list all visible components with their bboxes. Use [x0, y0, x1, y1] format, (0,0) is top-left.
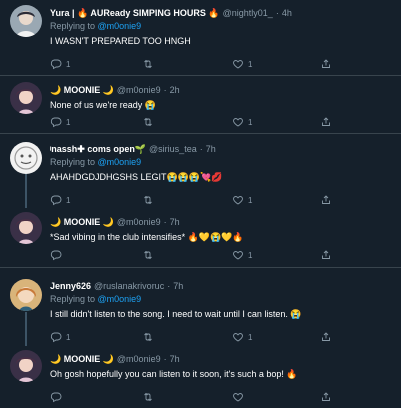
- retweet-button[interactable]: [142, 391, 158, 403]
- display-name[interactable]: Jenny626: [50, 280, 91, 292]
- like-button[interactable]: 1: [232, 116, 252, 128]
- display-name[interactable]: ᵎnassh✚ coms open🌱: [50, 143, 146, 155]
- retweet-button[interactable]: [142, 58, 158, 70]
- thread-line: [25, 174, 27, 208]
- replying-to-label: Replying to: [50, 157, 98, 167]
- reply-count: 1: [66, 59, 71, 69]
- mention-link[interactable]: @m0onie9: [98, 157, 142, 167]
- separator-dot: ·: [199, 144, 203, 154]
- timestamp[interactable]: 2h: [170, 84, 180, 96]
- heart-icon: [232, 58, 244, 70]
- handle[interactable]: @sirius_tea: [149, 143, 197, 155]
- like-count: 1: [248, 332, 253, 342]
- share-icon: [320, 58, 332, 70]
- handle[interactable]: @m0onie9: [117, 84, 161, 96]
- replying-to: Replying to @m0onie9: [50, 20, 393, 32]
- tweet-2[interactable]: ᵎnassh✚ coms open🌱 @sirius_tea · 7h Repl…: [0, 134, 401, 208]
- display-name[interactable]: 🌙 MOONIE 🌙: [50, 353, 114, 365]
- timestamp[interactable]: 7h: [173, 280, 183, 292]
- separator-dot: ·: [163, 217, 167, 227]
- tweet-0[interactable]: Yura | 🔥 AUReady SIMPING HOURS 🔥 @nightl…: [0, 0, 401, 76]
- share-button[interactable]: [320, 391, 332, 403]
- handle[interactable]: @m0onie9: [117, 353, 161, 365]
- reply-icon: [50, 391, 62, 403]
- share-button[interactable]: [320, 249, 332, 261]
- separator-dot: ·: [163, 85, 167, 95]
- timestamp[interactable]: 7h: [206, 143, 216, 155]
- thread-line: [25, 312, 27, 346]
- replying-to-label: Replying to: [50, 21, 98, 31]
- reply-count: 1: [66, 117, 71, 127]
- tweet-text: I still didn't listen to the song. I nee…: [50, 309, 302, 319]
- tweet-text: I WASN'T PREPARED TOO HNGH: [50, 36, 191, 46]
- separator-dot: ·: [275, 8, 279, 18]
- retweet-icon: [142, 249, 154, 261]
- display-name[interactable]: Yura | 🔥 AUReady SIMPING HOURS 🔥: [50, 7, 220, 19]
- reply-button[interactable]: [50, 249, 66, 261]
- tweet-1[interactable]: 🌙 MOONIE 🌙 @m0onie9 · 2h None of us we'r…: [0, 76, 401, 134]
- retweet-button[interactable]: [142, 116, 158, 128]
- avatar[interactable]: [10, 279, 42, 311]
- avatar[interactable]: [10, 5, 42, 37]
- replying-to: Replying to @m0onie9: [50, 156, 393, 168]
- like-count: 1: [248, 117, 253, 127]
- avatar[interactable]: [10, 212, 42, 244]
- tweet-text: Oh gosh hopefully you can listen to it s…: [50, 369, 298, 379]
- share-button[interactable]: [320, 58, 332, 70]
- like-count: 1: [248, 59, 253, 69]
- tweet-4[interactable]: Jenny626 @ruslanakrivoruc · 7h Replying …: [0, 268, 401, 346]
- like-button[interactable]: 1: [232, 58, 252, 70]
- reply-button[interactable]: [50, 391, 66, 403]
- heart-icon: [232, 249, 244, 261]
- retweet-icon: [142, 116, 154, 128]
- separator-dot: ·: [167, 281, 171, 291]
- retweet-icon: [142, 58, 154, 70]
- separator-dot: ·: [163, 354, 167, 364]
- share-icon: [320, 116, 332, 128]
- timestamp[interactable]: 7h: [170, 216, 180, 228]
- handle[interactable]: @m0onie9: [117, 216, 161, 228]
- tweet-text: *Sad vibing in the club intensifies* 🔥💛😭…: [50, 232, 244, 242]
- reply-icon: [50, 58, 62, 70]
- avatar[interactable]: [10, 82, 42, 114]
- share-icon: [320, 391, 332, 403]
- reply-icon: [50, 116, 62, 128]
- mention-link[interactable]: @m0onie9: [98, 21, 142, 31]
- replying-to-label: Replying to: [50, 294, 98, 304]
- share-icon: [320, 249, 332, 261]
- tweet-3[interactable]: 🌙 MOONIE 🌙 @m0onie9 · 7h *Sad vibing in …: [0, 204, 401, 268]
- tweet-5[interactable]: 🌙 MOONIE 🌙 @m0onie9 · 7h Oh gosh hopeful…: [0, 342, 401, 408]
- retweet-button[interactable]: [142, 249, 158, 261]
- mention-link[interactable]: @m0onie9: [98, 294, 142, 304]
- timestamp[interactable]: 7h: [170, 353, 180, 365]
- handle[interactable]: @ruslanakrivoruc: [94, 280, 164, 292]
- reply-button[interactable]: 1: [50, 58, 70, 70]
- avatar[interactable]: [10, 350, 42, 382]
- like-button[interactable]: [232, 391, 248, 403]
- heart-icon: [232, 116, 244, 128]
- retweet-icon: [142, 391, 154, 403]
- handle[interactable]: @nightly01_: [223, 7, 273, 19]
- heart-icon: [232, 391, 244, 403]
- display-name[interactable]: 🌙 MOONIE 🌙: [50, 84, 114, 96]
- reply-count: 1: [66, 332, 71, 342]
- share-button[interactable]: [320, 116, 332, 128]
- replying-to: Replying to @m0onie9: [50, 293, 393, 305]
- timestamp[interactable]: 4h: [282, 7, 292, 19]
- display-name[interactable]: 🌙 MOONIE 🌙: [50, 216, 114, 228]
- reply-button[interactable]: 1: [50, 116, 70, 128]
- tweet-text: AHAHDGDJDHGSHS LEGIT😭😭😭💘💋: [50, 172, 223, 182]
- like-button[interactable]: 1: [232, 249, 252, 261]
- avatar[interactable]: [10, 142, 42, 174]
- like-count: 1: [248, 250, 253, 260]
- reply-icon: [50, 249, 62, 261]
- tweet-text: None of us we're ready 😭: [50, 100, 156, 110]
